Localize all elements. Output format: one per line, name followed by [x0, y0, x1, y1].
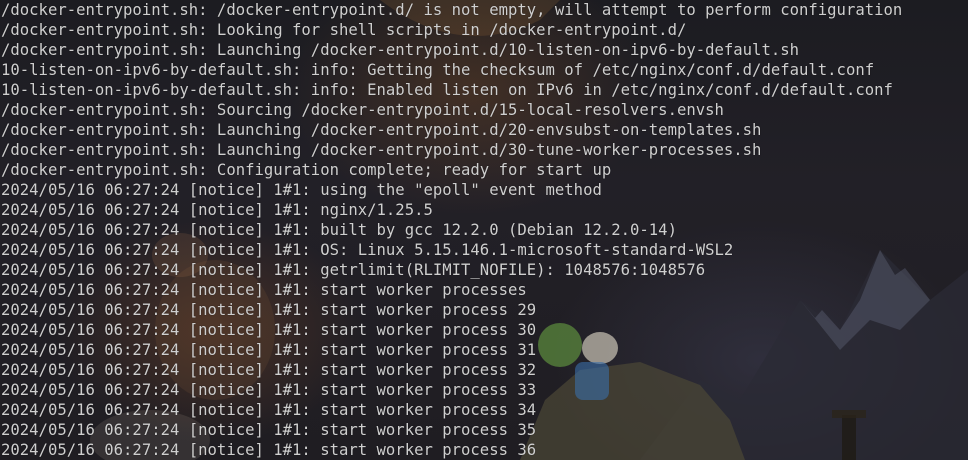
terminal-line: 10-listen-on-ipv6-by-default.sh: info: G…: [1, 61, 875, 79]
terminal-line: 10-listen-on-ipv6-by-default.sh: info: E…: [1, 81, 893, 99]
terminal-line: /docker-entrypoint.sh: Configuration com…: [1, 161, 612, 179]
terminal-line: /docker-entrypoint.sh: /docker-entrypoin…: [1, 1, 903, 19]
terminal-output[interactable]: /docker-entrypoint.sh: /docker-entrypoin…: [1, 0, 902, 460]
terminal-line: /docker-entrypoint.sh: Looking for shell…: [1, 21, 687, 39]
terminal-line: /docker-entrypoint.sh: Sourcing /docker-…: [1, 101, 724, 119]
terminal-line: 2024/05/16 06:27:24 [notice] 1#1: start …: [1, 301, 537, 319]
terminal-line: 2024/05/16 06:27:24 [notice] 1#1: start …: [1, 401, 537, 419]
terminal-window[interactable]: /docker-entrypoint.sh: /docker-entrypoin…: [0, 0, 968, 460]
terminal-line: 2024/05/16 06:27:24 [notice] 1#1: start …: [1, 381, 537, 399]
terminal-line: /docker-entrypoint.sh: Launching /docker…: [1, 41, 799, 59]
terminal-line: /docker-entrypoint.sh: Launching /docker…: [1, 141, 762, 159]
terminal-line: 2024/05/16 06:27:24 [notice] 1#1: built …: [1, 221, 677, 239]
terminal-line: 2024/05/16 06:27:24 [notice] 1#1: start …: [1, 321, 537, 339]
terminal-line: 2024/05/16 06:27:24 [notice] 1#1: start …: [1, 341, 537, 359]
terminal-line: 2024/05/16 06:27:24 [notice] 1#1: start …: [1, 361, 537, 379]
terminal-line: 2024/05/16 06:27:24 [notice] 1#1: getrli…: [1, 261, 706, 279]
terminal-line: 2024/05/16 06:27:24 [notice] 1#1: using …: [1, 181, 602, 199]
terminal-line: /docker-entrypoint.sh: Launching /docker…: [1, 121, 762, 139]
terminal-line: 2024/05/16 06:27:24 [notice] 1#1: OS: Li…: [1, 241, 734, 259]
terminal-line: 2024/05/16 06:27:24 [notice] 1#1: start …: [1, 421, 537, 439]
terminal-line: 2024/05/16 06:27:24 [notice] 1#1: start …: [1, 441, 537, 459]
terminal-line: 2024/05/16 06:27:24 [notice] 1#1: start …: [1, 281, 527, 299]
terminal-line: 2024/05/16 06:27:24 [notice] 1#1: nginx/…: [1, 201, 433, 219]
